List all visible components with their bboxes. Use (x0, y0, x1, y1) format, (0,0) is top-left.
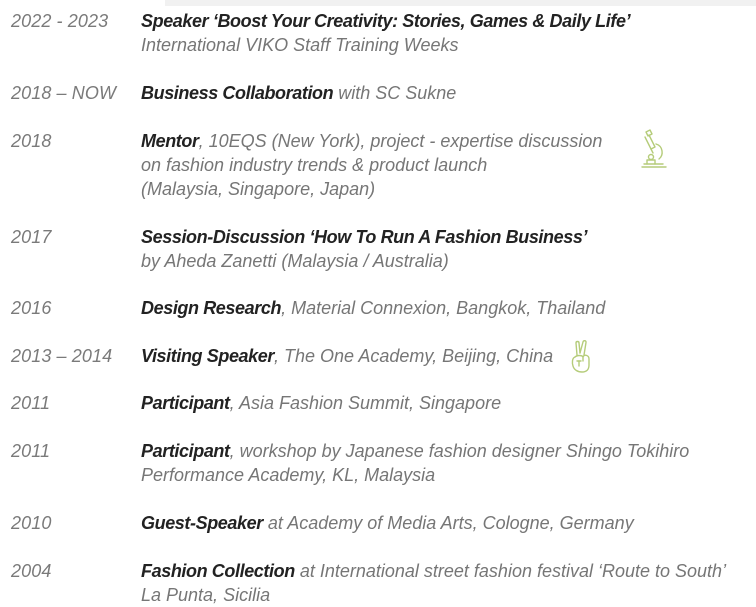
entry-line-1: Fashion Collection at International stre… (141, 559, 726, 583)
peace-hand-icon (571, 340, 590, 373)
entry-year: 2017 (11, 227, 52, 247)
entry-year: 2011 (11, 441, 51, 461)
entry-line-2: by Aheda Zanetti (Malaysia / Australia) (141, 251, 449, 271)
entry-line-1: Participant, Asia Fashion Summit, Singap… (141, 391, 501, 415)
entry-line-2: International VIKO Staff Training Weeks (141, 35, 459, 55)
entry-description: Fashion Collection at International stre… (141, 559, 726, 607)
entry-year: 2004 (11, 561, 52, 581)
entry-role: Speaker ‘Boost Your Creativity: Stories,… (141, 11, 631, 31)
entry-description: Guest-Speaker at Academy of Media Arts, … (141, 511, 634, 535)
entry-detail: with SC Sukne (333, 83, 457, 103)
entry-line-1: Session-Discussion ‘How To Run A Fashion… (141, 225, 587, 249)
entry-line-2: Performance Academy, KL, Malaysia (141, 465, 436, 485)
entry-line-2: La Punta, Sicilia (141, 585, 271, 605)
entry-role: Participant (141, 441, 230, 461)
entry-role: Session-Discussion ‘How To Run A Fashion… (141, 227, 588, 247)
top-divider-bar (165, 0, 756, 6)
entry-year: 2016 (11, 298, 52, 318)
entry-role: Visiting Speaker (141, 346, 274, 366)
entry-year: 2022 - 2023 (11, 11, 109, 31)
microscope-icon (641, 129, 667, 168)
entry-line-3: (Malaysia, Singapore, Japan) (141, 179, 376, 199)
entry-year: 2011 (11, 393, 51, 413)
entry-description: Participant, workshop by Japanese fashio… (141, 439, 689, 487)
entry-role: Participant (141, 393, 230, 413)
entry-role: Guest-Speaker (141, 513, 263, 533)
entry-role: Fashion Collection (141, 561, 295, 581)
entry-detail: , 10EQS (New York), project - expertise … (198, 131, 603, 151)
entry-detail: , Asia Fashion Summit, Singapore (229, 393, 502, 413)
entry-year: 2018 (11, 131, 52, 151)
entry-line-1: Visiting Speaker, The One Academy, Beiji… (141, 344, 553, 368)
entry-line-1: Speaker ‘Boost Your Creativity: Stories,… (141, 9, 631, 33)
entry-detail: , The One Academy, Beijing, China (274, 346, 554, 366)
entry-line-2: on fashion industry trends & product lau… (141, 155, 488, 175)
entry-line-1: Mentor, 10EQS (New York), project - expe… (141, 129, 602, 153)
entry-line-1: Participant, workshop by Japanese fashio… (141, 439, 689, 463)
entry-detail: at Academy of Media Arts, Cologne, Germa… (262, 513, 634, 533)
entry-description: Visiting Speaker, The One Academy, Beiji… (141, 344, 553, 368)
entry-year: 2010 (11, 513, 52, 533)
entry-detail: at International street fashion festival… (294, 561, 727, 581)
entry-description: Speaker ‘Boost Your Creativity: Stories,… (141, 9, 631, 57)
entry-description: Participant, Asia Fashion Summit, Singap… (141, 391, 501, 415)
entry-role: Design Research (141, 298, 282, 318)
entry-detail: , workshop by Japanese fashion designer … (229, 441, 690, 461)
entry-detail: , Material Connexion, Bangkok, Thailand (281, 298, 606, 318)
entry-line-1: Design Research, Material Connexion, Ban… (141, 296, 605, 320)
entry-line-1: Business Collaboration with SC Sukne (141, 81, 456, 105)
entry-year: 2018 – NOW (11, 83, 117, 103)
entry-role: Mentor (141, 131, 199, 151)
entry-role: Business Collaboration (141, 83, 334, 103)
entry-description: Mentor, 10EQS (New York), project - expe… (141, 129, 602, 201)
entry-description: Session-Discussion ‘How To Run A Fashion… (141, 225, 587, 273)
entry-line-1: Guest-Speaker at Academy of Media Arts, … (141, 511, 634, 535)
entry-year: 2013 – 2014 (11, 346, 113, 366)
entry-description: Design Research, Material Connexion, Ban… (141, 296, 605, 320)
entry-description: Business Collaboration with SC Sukne (141, 81, 456, 105)
